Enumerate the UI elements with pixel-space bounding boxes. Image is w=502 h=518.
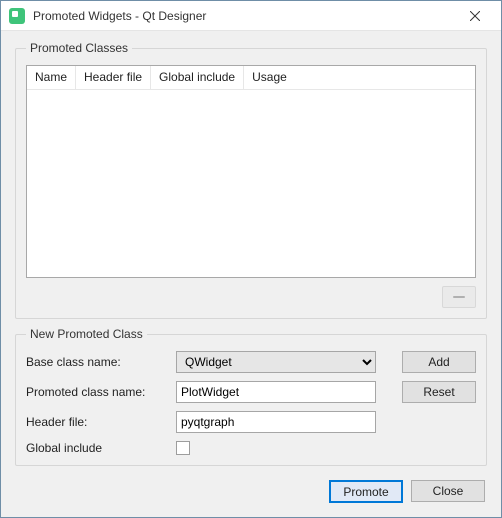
dialog-footer: Promote Close: [15, 474, 487, 505]
row-header-file: Header file:: [26, 411, 476, 433]
minus-icon: [453, 296, 465, 298]
col-usage[interactable]: Usage: [244, 66, 475, 89]
reset-button[interactable]: Reset: [402, 381, 476, 403]
promoted-class-label: Promoted class name:: [26, 385, 176, 399]
row-promoted-class: Promoted class name: Reset: [26, 381, 476, 403]
base-class-label: Base class name:: [26, 355, 176, 369]
row-base-class: Base class name: QWidget Add: [26, 351, 476, 373]
promote-button[interactable]: Promote: [329, 480, 403, 503]
remove-button[interactable]: [442, 286, 476, 308]
col-name[interactable]: Name: [27, 66, 76, 89]
close-button[interactable]: Close: [411, 480, 485, 502]
dialog-content: Promoted Classes Name Header file Global…: [1, 31, 501, 517]
add-button[interactable]: Add: [402, 351, 476, 373]
group-promoted-classes: Promoted Classes Name Header file Global…: [15, 41, 487, 319]
qt-designer-icon: [9, 8, 25, 24]
promoted-classes-table[interactable]: Name Header file Global include Usage: [26, 65, 476, 278]
below-table-row: [26, 286, 476, 308]
base-class-select[interactable]: QWidget: [176, 351, 376, 373]
row-global-include: Global include: [26, 441, 476, 455]
window-close-button[interactable]: [455, 2, 495, 30]
global-include-label: Global include: [26, 441, 176, 455]
global-include-checkbox[interactable]: [176, 441, 190, 455]
group-new-legend: New Promoted Class: [26, 327, 147, 341]
group-new-promoted-class: New Promoted Class Base class name: QWid…: [15, 327, 487, 466]
promoted-class-input[interactable]: [176, 381, 376, 403]
header-file-label: Header file:: [26, 415, 176, 429]
group-promoted-legend: Promoted Classes: [26, 41, 132, 55]
dialog-window: Promoted Widgets - Qt Designer Promoted …: [0, 0, 502, 518]
col-global-include[interactable]: Global include: [151, 66, 244, 89]
table-header-row: Name Header file Global include Usage: [27, 66, 475, 90]
col-header-file[interactable]: Header file: [76, 66, 151, 89]
close-icon: [470, 11, 480, 21]
header-file-input[interactable]: [176, 411, 376, 433]
window-title: Promoted Widgets - Qt Designer: [33, 9, 455, 23]
titlebar: Promoted Widgets - Qt Designer: [1, 1, 501, 31]
